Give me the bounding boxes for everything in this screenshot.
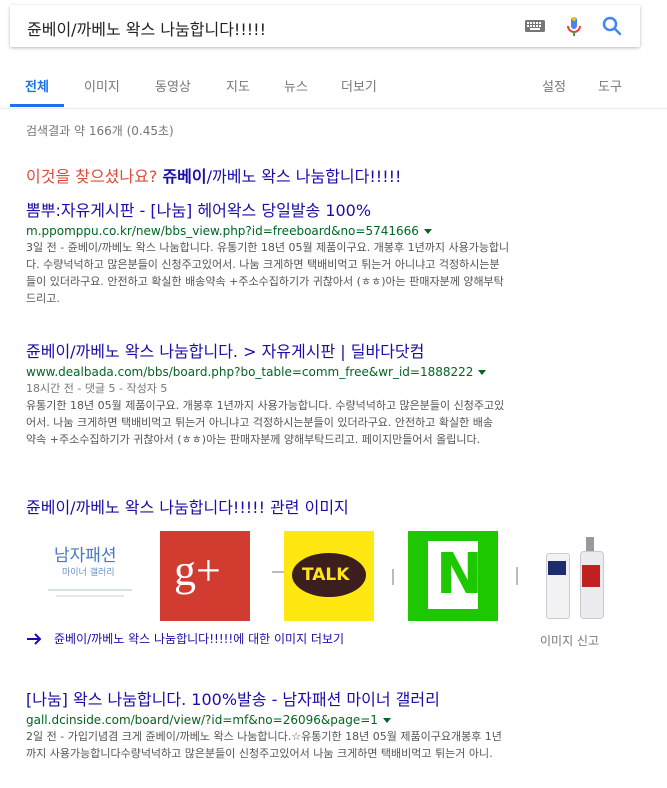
snippet-line: 어서. 나눔 크게하면 택배비먹고 튀는거 아니냐고 걱정하시는분들이 있더라구…: [26, 416, 493, 429]
kakaotalk-logo-text: TALK: [302, 565, 350, 585]
result-url-text: m.ppomppu.co.kr/new/bbs_view.php?id=free…: [26, 224, 419, 238]
tab-settings[interactable]: 설정: [542, 76, 566, 95]
keyboard-icon[interactable]: [524, 17, 546, 35]
snippet-line: 들이 있더라구요. 안전하고 확실한 배송약속 +주소수집하기가 귀찮아서 (ㅎ…: [26, 275, 504, 288]
tab-images[interactable]: 이미지: [84, 76, 120, 95]
thumb-subtitle-text: 마이너 갤러리: [62, 568, 115, 578]
result-url: www.dealbada.com/bbs/board.php?bo_table=…: [26, 364, 636, 380]
image-thumb[interactable]: [532, 531, 616, 621]
result-title-link[interactable]: 쥰베이/까베노 왁스 나눔합니다. > 자유게시판 | 딜바다닷컴: [26, 342, 636, 362]
google-plus-logo: g+: [174, 546, 221, 595]
snippet-line: 다. 수량넉넉하고 많은분들이 신청주고있어서. 나눔 크게하면 택배비먹고 튀…: [26, 258, 500, 271]
search-result: 쥰베이/까베노 왁스 나눔합니다. > 자유게시판 | 딜바다닷컴 www.de…: [26, 342, 636, 448]
image-thumb[interactable]: 남자패션 마이너 갤러리: [26, 531, 154, 621]
result-meta: 18시간 전 - 댓글 5 - 작성자 5: [26, 382, 168, 395]
microphone-icon[interactable]: [564, 15, 584, 39]
more-images-text: 쥰베이/까베노 왁스 나눔합니다!!!!!에 대한 이미지 더보기: [54, 632, 345, 646]
did-you-mean-link[interactable]: 쥬베이/까베노 왁스 나눔합니다!!!!!: [162, 167, 401, 186]
tab-more[interactable]: 더보기: [341, 76, 377, 95]
active-tab-indicator: [10, 104, 64, 107]
result-url-text: gall.dcinside.com/board/view/?id=mf&no=2…: [26, 713, 378, 727]
result-snippet: 2일 전 - 가입기념겸 크게 쥰베이/까베노 왁스 나눔합니다.☆유통기한 1…: [26, 728, 636, 762]
search-result: [나눔] 왁스 나눔합니다. 100%발송 - 남자패션 마이너 갤러리 gal…: [26, 690, 636, 762]
image-thumb-strip: [250, 531, 284, 621]
search-icon[interactable]: [602, 16, 622, 36]
dropdown-caret-icon[interactable]: [382, 718, 391, 723]
tab-videos[interactable]: 동영상: [155, 76, 191, 95]
did-you-mean: 이것을 찾으셨나요? 쥬베이/까베노 왁스 나눔합니다!!!!!: [26, 163, 401, 187]
snippet-line: 약속 +주소수집하기가 귀찮아서 (ㅎㅎ)아는 판매자분께 양해부탁드리고. 페…: [26, 433, 481, 446]
images-section-title[interactable]: 쥰베이/까베노 왁스 나눔합니다!!!!! 관련 이미지: [26, 494, 349, 518]
did-you-mean-label: 이것을 찾으셨나요?: [26, 167, 158, 186]
result-url: m.ppomppu.co.kr/new/bbs_view.php?id=free…: [26, 223, 636, 239]
result-snippet: 3일 전 - 쥰베이/까베노 왁스 나눔합니다. 유통기한 18년 05월 제품…: [26, 239, 636, 307]
snippet-line: 3일 전 - 쥰베이/까베노 왁스 나눔합니다. 유통기한 18년 05월 제품…: [26, 241, 510, 254]
image-thumb-strip: [374, 531, 408, 621]
dropdown-caret-icon[interactable]: [423, 229, 432, 234]
arrow-right-icon: [27, 633, 42, 645]
snippet-line: 2일 전 - 가입기념겸 크게 쥰베이/까베노 왁스 나눔합니다.☆유통기한 1…: [26, 730, 502, 743]
thumb-decor-line: [516, 567, 518, 585]
report-images-link[interactable]: 이미지 신고: [540, 632, 599, 649]
result-url-text: www.dealbada.com/bbs/board.php?bo_table=…: [26, 365, 474, 379]
thumb-decor-line: [392, 569, 394, 585]
image-thumb[interactable]: N: [408, 531, 498, 621]
product-label: [548, 561, 566, 575]
spray-nozzle: [586, 537, 594, 551]
result-snippet: 유통기한 18년 05월 제품이구요. 개봉후 1년까지 사용가능합니다. 수량…: [26, 397, 636, 448]
snippet-line: 까지 사용가능합니다수량넉넉하고 많은분들이 신청주고있어서 나눔 크게하면 택…: [26, 747, 493, 760]
thumb-decor-line: [272, 571, 284, 573]
snippet-line: 유통기한 18년 05월 제품이구요. 개봉후 1년까지 사용가능합니다. 수량…: [26, 399, 505, 412]
tab-news[interactable]: 뉴스: [284, 76, 308, 95]
more-images-link[interactable]: 쥰베이/까베노 왁스 나눔합니다!!!!!에 대한 이미지 더보기: [26, 630, 344, 647]
product-label: [582, 565, 600, 587]
search-input[interactable]: 쥰베이/까베노 왁스 나눔합니다!!!!!: [27, 16, 266, 40]
image-thumb-strip: [498, 531, 528, 621]
tab-all[interactable]: 전체: [25, 76, 49, 95]
tab-tools[interactable]: 도구: [598, 76, 622, 95]
result-stats: 검색결과 약 166개 (0.45초): [26, 124, 174, 138]
search-tabs: 전체 이미지 동영상 지도 뉴스 더보기 설정 도구: [0, 74, 667, 109]
search-box[interactable]: 쥰베이/까베노 왁스 나눔합니다!!!!!: [10, 5, 640, 47]
naver-logo-text: N: [436, 542, 483, 607]
dropdown-caret-icon[interactable]: [478, 370, 487, 375]
did-you-mean-rest: /까베노 왁스 나눔합니다!!!!!: [206, 167, 402, 186]
thumb-title-text: 남자패션: [54, 546, 117, 566]
thumb-decor-line: [48, 589, 132, 591]
result-title-link[interactable]: 뽐뿌:자유게시판 - [나눔] 헤어왁스 당일발송 100%: [26, 201, 636, 221]
image-thumb[interactable]: TALK: [284, 531, 374, 621]
search-result: 뽐뿌:자유게시판 - [나눔] 헤어왁스 당일발송 100% m.ppomppu…: [26, 201, 636, 307]
tab-maps[interactable]: 지도: [226, 76, 250, 95]
result-url: gall.dcinside.com/board/view/?id=mf&no=2…: [26, 712, 636, 728]
did-you-mean-bold: 쥬베이: [162, 167, 207, 186]
result-title-link[interactable]: [나눔] 왁스 나눔합니다. 100%발송 - 남자패션 마이너 갤러리: [26, 690, 636, 710]
snippet-line: 드리고.: [26, 292, 60, 305]
image-thumb[interactable]: g+: [160, 531, 250, 621]
thumb-decor-line: [56, 595, 124, 597]
